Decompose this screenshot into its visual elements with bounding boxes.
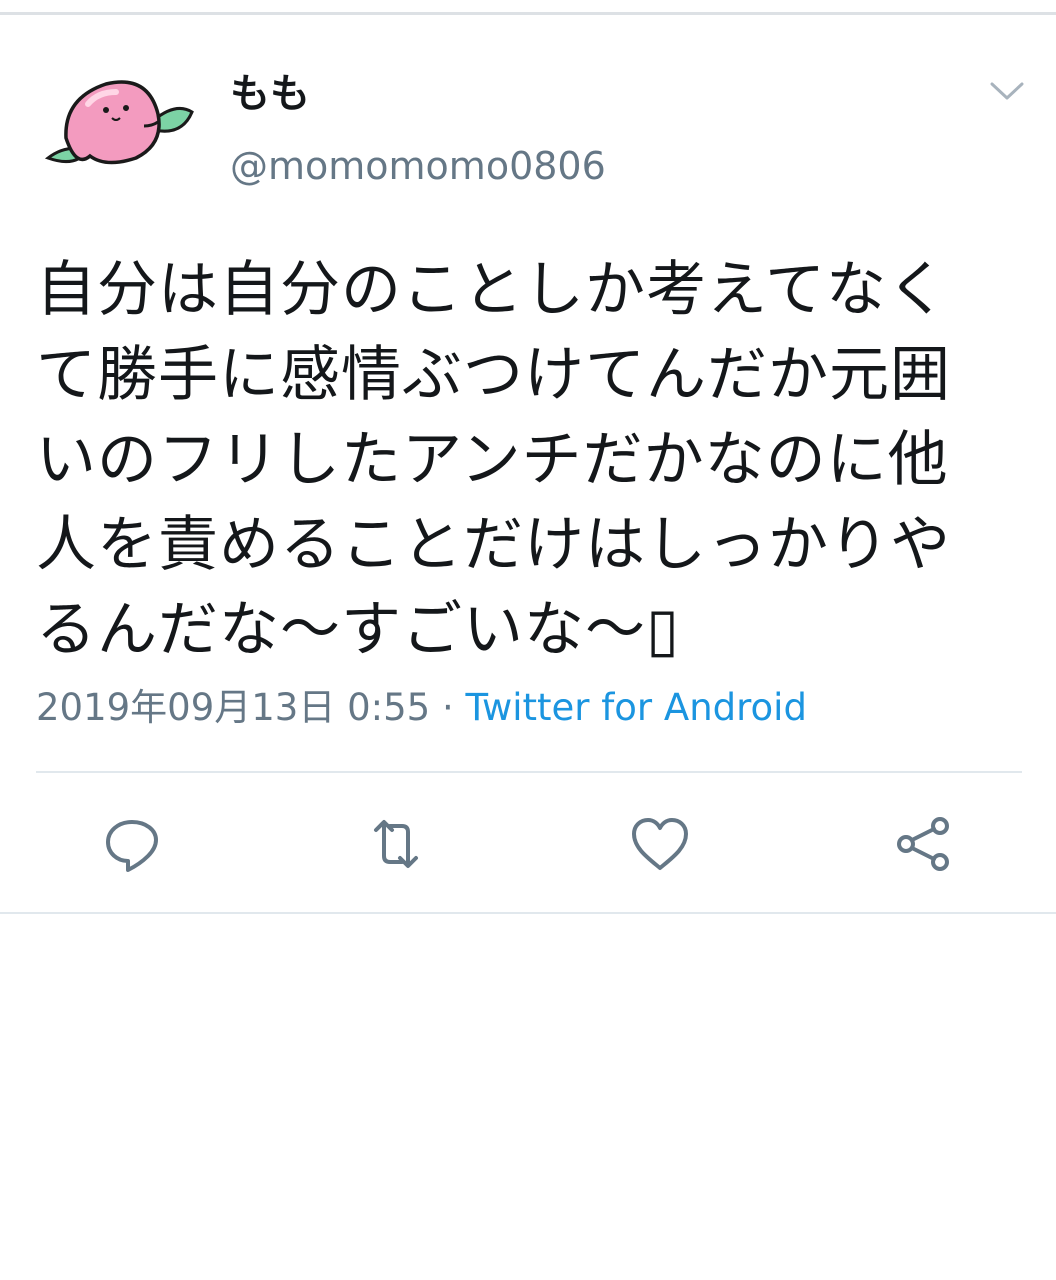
- display-name[interactable]: もも: [230, 68, 310, 120]
- retweet-icon[interactable]: [364, 812, 428, 876]
- heart-icon[interactable]: [628, 812, 692, 876]
- user-handle[interactable]: @momomomo0806: [230, 140, 606, 192]
- meta-separator: ·: [430, 686, 466, 729]
- tweet-source-link[interactable]: Twitter for Android: [465, 686, 806, 729]
- action-divider: [36, 771, 1022, 773]
- reply-icon[interactable]: [100, 812, 164, 876]
- avatar[interactable]: [36, 60, 201, 195]
- chevron-down-icon[interactable]: [986, 76, 1028, 106]
- tweet-meta: 2019年09月13日 0:55 · Twitter for Android: [36, 684, 807, 732]
- share-icon[interactable]: [892, 812, 956, 876]
- tweet-text: 自分は自分のことしか考えてなく て勝手に感情ぶつけてんだか元囲 いのフリしたアン…: [36, 255, 951, 665]
- bottom-divider: [0, 912, 1056, 914]
- peach-avatar-icon: [44, 80, 194, 165]
- top-divider: [0, 12, 1056, 15]
- tweet-timestamp: 2019年09月13日 0:55: [36, 686, 431, 729]
- action-bar: [0, 806, 1056, 886]
